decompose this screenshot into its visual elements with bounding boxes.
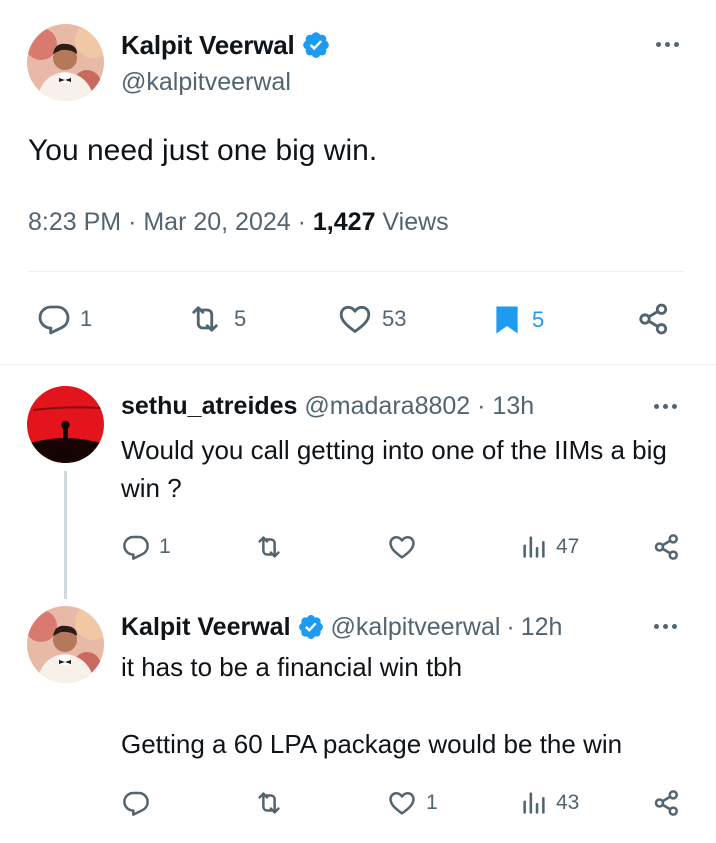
bookmark-button[interactable]: 5 bbox=[490, 301, 544, 339]
reply-text-line: Getting a 60 LPA package would be the wi… bbox=[121, 729, 623, 759]
tweet-meta: 8:23 PM · Mar 20, 2024 · 1,427 Views bbox=[28, 208, 449, 236]
reply-text-line: it has to be a financial win tbh bbox=[121, 652, 463, 682]
views-button[interactable]: 47 bbox=[520, 532, 579, 562]
reply-count: 1 bbox=[159, 535, 171, 558]
reply-text: Would you call getting into one of the I… bbox=[121, 435, 667, 503]
repost-icon bbox=[258, 792, 280, 814]
author-handle[interactable]: @kalpitveerwal bbox=[121, 68, 291, 97]
repost-button[interactable] bbox=[252, 788, 294, 818]
thread-line bbox=[64, 471, 67, 599]
divider bbox=[0, 364, 716, 365]
verified-badge-icon bbox=[298, 615, 323, 639]
heart-icon bbox=[389, 536, 415, 559]
reply-icon bbox=[123, 791, 149, 816]
tweet-text: You need just one big win. bbox=[28, 134, 378, 167]
tweet-date[interactable]: Mar 20, 2024 bbox=[143, 208, 290, 236]
reply-button[interactable]: 1 bbox=[121, 532, 171, 562]
reply-avatar[interactable] bbox=[27, 386, 104, 463]
reply-author-name[interactable]: Kalpit Veerwal bbox=[121, 613, 291, 642]
reply-count: 1 bbox=[80, 306, 93, 331]
reply-age[interactable]: 13h bbox=[492, 392, 534, 420]
share-icon bbox=[654, 790, 678, 816]
heart-icon bbox=[339, 305, 371, 333]
share-button[interactable] bbox=[652, 788, 682, 818]
share-button[interactable] bbox=[636, 300, 672, 338]
repost-button[interactable] bbox=[252, 532, 294, 562]
analytics-icon bbox=[523, 792, 545, 814]
reply-author-handle[interactable]: @kalpitveerwal bbox=[331, 613, 501, 642]
share-icon bbox=[654, 534, 678, 560]
reply-icon bbox=[38, 305, 70, 335]
repost-icon bbox=[192, 306, 218, 332]
share-button[interactable] bbox=[652, 532, 682, 562]
views-count: 1,427 bbox=[312, 208, 376, 236]
more-options-icon[interactable] bbox=[654, 404, 677, 409]
views-count: 43 bbox=[556, 791, 580, 814]
views-button[interactable]: 43 bbox=[520, 788, 579, 818]
analytics-icon bbox=[523, 536, 545, 558]
bookmark-count: 5 bbox=[532, 307, 545, 332]
divider bbox=[28, 271, 684, 272]
reply-author-handle[interactable]: @madara8802 bbox=[304, 392, 470, 420]
like-count: 1 bbox=[426, 791, 438, 814]
share-icon bbox=[639, 303, 668, 335]
like-button[interactable] bbox=[386, 532, 426, 562]
verified-badge-icon bbox=[302, 32, 329, 58]
tweet-time[interactable]: 8:23 PM bbox=[28, 208, 121, 236]
reply-age[interactable]: 12h bbox=[521, 613, 563, 642]
more-options-icon[interactable] bbox=[654, 624, 677, 629]
repost-button[interactable]: 5 bbox=[184, 301, 246, 337]
reply-icon bbox=[123, 535, 149, 560]
author-avatar[interactable] bbox=[27, 24, 104, 101]
heart-icon bbox=[389, 792, 415, 815]
repost-icon bbox=[258, 536, 280, 558]
reply-author-name[interactable]: sethu_atreides bbox=[121, 392, 297, 420]
repost-count: 5 bbox=[234, 306, 247, 331]
like-button[interactable]: 1 bbox=[386, 788, 438, 818]
bookmark-icon bbox=[496, 306, 518, 334]
reply-button[interactable] bbox=[121, 788, 159, 818]
reply-button[interactable]: 1 bbox=[36, 301, 92, 337]
reply-avatar[interactable] bbox=[27, 606, 104, 683]
views-count: 47 bbox=[556, 535, 580, 558]
views-label: Views bbox=[382, 208, 449, 236]
like-count: 53 bbox=[382, 306, 407, 331]
more-options-icon[interactable] bbox=[656, 42, 679, 47]
like-button[interactable]: 53 bbox=[336, 301, 406, 337]
author-name[interactable]: Kalpit Veerwal bbox=[121, 30, 295, 61]
